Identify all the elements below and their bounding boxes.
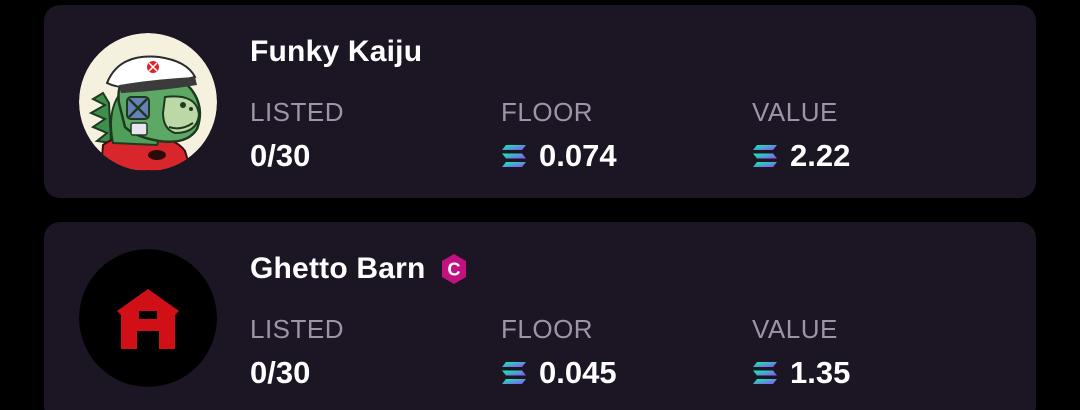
funky-kaiju-avatar — [79, 33, 217, 171]
value-value-text: 2.22 — [790, 138, 851, 173]
floor-value: 0.045 — [501, 355, 617, 391]
listed-value-text: 0/30 — [250, 138, 311, 173]
floor-value: 0.074 — [501, 138, 617, 174]
value-value-text: 1.35 — [790, 355, 851, 390]
floor-value-text: 0.045 — [539, 355, 617, 390]
solana-icon — [753, 362, 777, 384]
collection-name[interactable]: Ghetto Barn — [250, 252, 426, 286]
collection-list: Funky Kaiju LISTED 0/30 FLOOR 0.074 VALU… — [0, 0, 1080, 410]
creator-badge-icon: C — [441, 254, 466, 284]
value-value: 1.35 — [752, 355, 850, 391]
listed-value: 0/30 — [250, 138, 344, 174]
solana-icon — [502, 362, 526, 384]
floor-label: FLOOR — [501, 314, 594, 344]
floor-stat: FLOOR 0.045 — [501, 314, 617, 391]
solana-icon — [502, 145, 526, 167]
barn-logo-icon — [79, 249, 217, 387]
ghetto-barn-avatar — [79, 249, 217, 387]
value-stat: VALUE 2.22 — [752, 97, 850, 174]
solana-icon — [753, 145, 777, 167]
value-value: 2.22 — [752, 138, 850, 174]
dinosaur-avatar-icon — [79, 33, 217, 171]
creator-badge-letter: C — [447, 260, 460, 280]
collection-name[interactable]: Funky Kaiju — [250, 35, 422, 69]
collection-card-funky-kaiju[interactable]: Funky Kaiju LISTED 0/30 FLOOR 0.074 VALU… — [44, 5, 1036, 198]
collection-title-row: Funky Kaiju — [250, 35, 422, 69]
collection-card-ghetto-barn[interactable]: Ghetto Barn C LISTED 0/30 FLOOR 0.045 VA… — [44, 222, 1036, 410]
floor-value-text: 0.074 — [539, 138, 617, 173]
listed-stat: LISTED 0/30 — [250, 97, 344, 174]
listed-label: LISTED — [250, 314, 345, 344]
value-stat: VALUE 1.35 — [752, 314, 850, 391]
floor-stat: FLOOR 0.074 — [501, 97, 617, 174]
listed-value-text: 0/30 — [250, 355, 311, 390]
collection-title-row: Ghetto Barn C — [250, 252, 470, 286]
listed-stat: LISTED 0/30 — [250, 314, 344, 391]
value-label: VALUE — [752, 97, 838, 127]
listed-label: LISTED — [250, 97, 345, 127]
listed-value: 0/30 — [250, 355, 344, 391]
value-label: VALUE — [752, 314, 838, 344]
floor-label: FLOOR — [501, 97, 594, 127]
